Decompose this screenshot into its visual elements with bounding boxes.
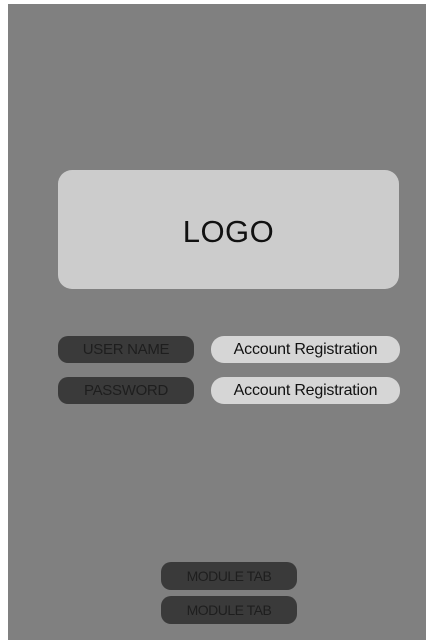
username-label: USER NAME	[58, 336, 194, 363]
module-tab-2[interactable]: MODULE TAB	[161, 596, 297, 624]
app-screen: LOGO USER NAME Account Registration PASS…	[8, 4, 426, 640]
username-field[interactable]: Account Registration	[211, 336, 400, 363]
password-field[interactable]: Account Registration	[211, 377, 400, 404]
logo-placeholder: LOGO	[58, 170, 399, 289]
module-tab-1[interactable]: MODULE TAB	[161, 562, 297, 590]
logo-text: LOGO	[182, 213, 275, 249]
password-label: PASSWORD	[58, 377, 194, 404]
